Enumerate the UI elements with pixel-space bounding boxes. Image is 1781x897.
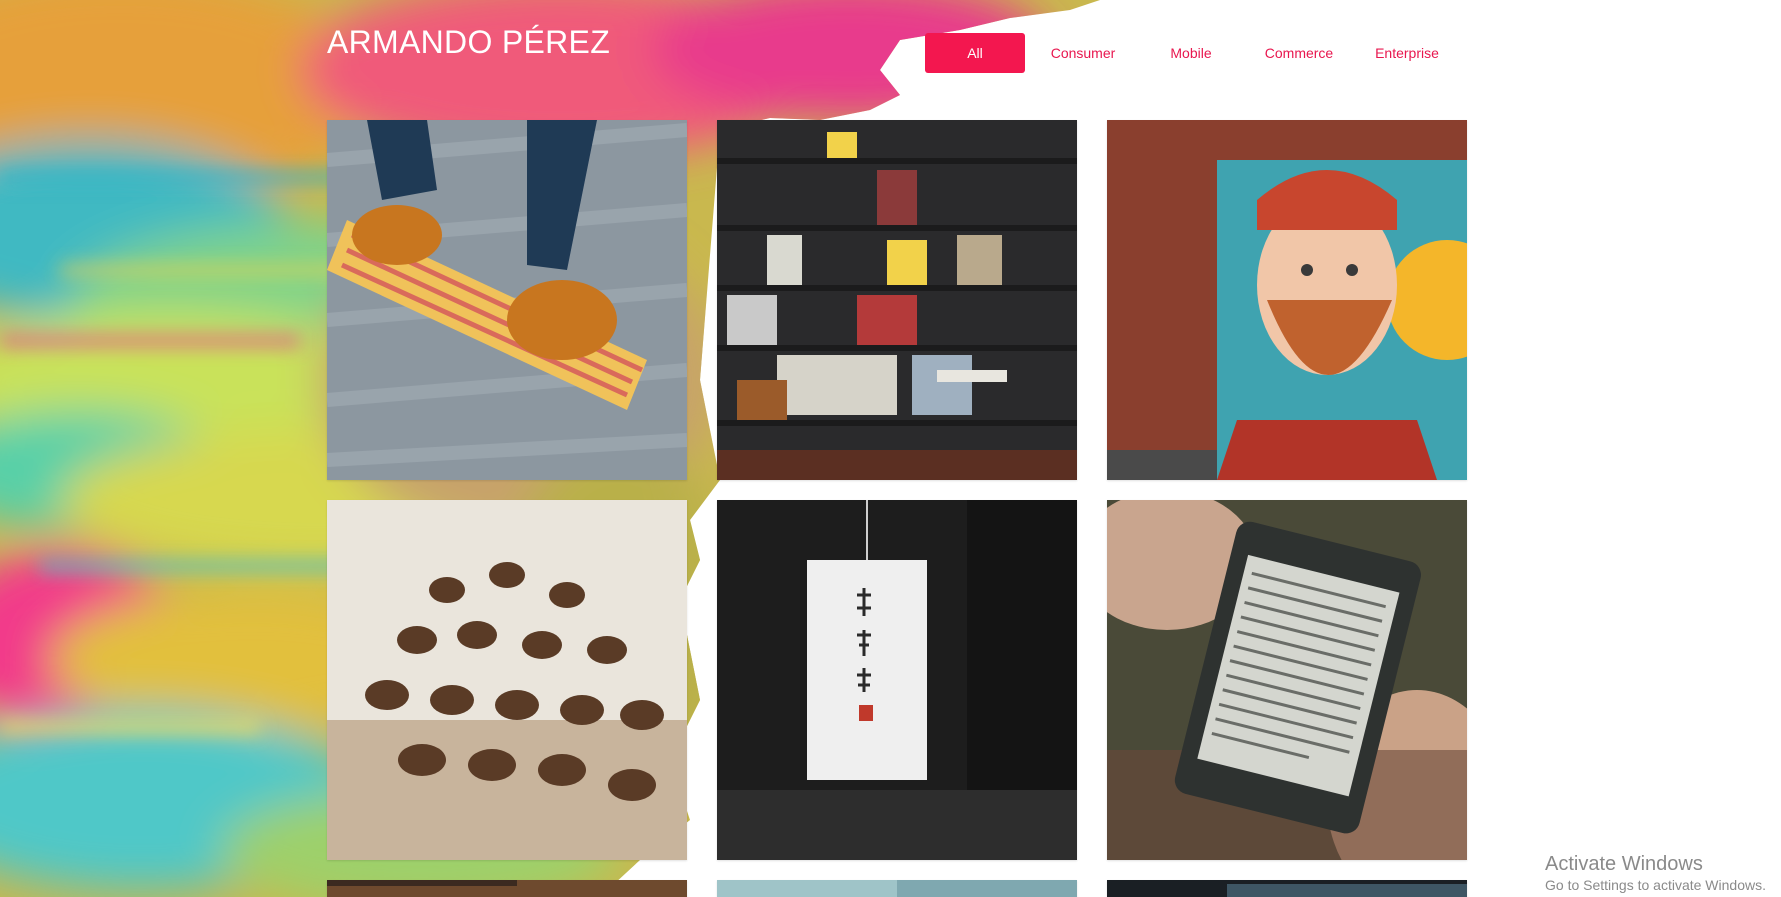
gallery-item-bookshelf[interactable] <box>717 120 1077 480</box>
gallery-item-bearded-mural[interactable] <box>1107 120 1467 480</box>
skateboard-shoes-photo <box>327 120 687 480</box>
filter-all[interactable]: All <box>925 33 1025 73</box>
filter-nav: All Consumer Mobile Commerce Enterprise <box>925 33 1457 73</box>
filter-enterprise[interactable]: Enterprise <box>1357 33 1457 73</box>
gallery-item-paper-lantern[interactable] <box>717 500 1077 860</box>
activation-title: Activate Windows <box>1545 853 1703 875</box>
partial-photo-1 <box>327 880 687 897</box>
paper-lantern-photo <box>717 500 1077 860</box>
partial-photo-3 <box>1107 880 1467 897</box>
partial-photo-2 <box>717 880 1077 897</box>
gallery-item-kindle-reader[interactable] <box>1107 500 1467 860</box>
gallery-item-skateboard-shoes[interactable] <box>327 120 687 480</box>
filter-consumer[interactable]: Consumer <box>1033 33 1133 73</box>
site-title[interactable]: ARMANDO PÉREZ <box>327 24 610 61</box>
bearded-man-mural-photo <box>1107 120 1467 480</box>
gallery-item-partial-2[interactable] <box>717 880 1077 897</box>
portfolio-page: ARMANDO PÉREZ All Consumer Mobile Commer… <box>0 0 1781 897</box>
coffee-beans-photo <box>327 500 687 860</box>
filter-commerce[interactable]: Commerce <box>1249 33 1349 73</box>
windows-activation-watermark: Activate Windows Go to Settings to activ… <box>1545 852 1766 894</box>
bookshelf-photo <box>717 120 1077 480</box>
gallery-item-partial-1[interactable] <box>327 880 687 897</box>
gallery-item-partial-3[interactable] <box>1107 880 1467 897</box>
gallery-item-coffee-beans[interactable] <box>327 500 687 860</box>
filter-mobile[interactable]: Mobile <box>1141 33 1241 73</box>
activation-subtitle: Go to Settings to activate Windows. <box>1545 877 1766 893</box>
kindle-reader-photo <box>1107 500 1467 860</box>
